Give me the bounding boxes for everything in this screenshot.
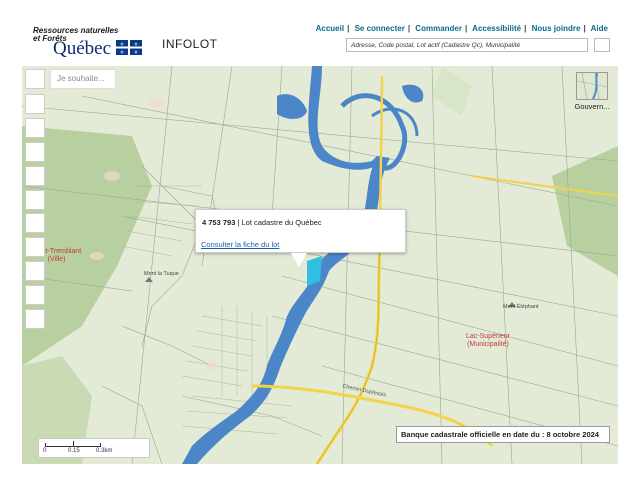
map-tool-button-7[interactable]	[25, 213, 45, 233]
nav-nous-joindre-link[interactable]: Nous joindre	[532, 24, 581, 33]
nav-separator: |	[583, 24, 586, 33]
place-label-lac-superieur-sub: (Municipalité)	[467, 341, 509, 348]
app-title: INFOLOT	[162, 37, 218, 51]
map-tool-button-2[interactable]	[25, 94, 45, 114]
nav-accessibilite-link[interactable]: Accessibilité	[472, 24, 521, 33]
scale-bar-graphic	[45, 441, 101, 447]
map-tool-button-9[interactable]	[25, 261, 45, 281]
nav-aide-link[interactable]: Aide	[591, 24, 608, 33]
top-navigation: Accueil | Se connecter | Commander | Access…	[316, 24, 608, 33]
poi-label-mont-la-tuque: Mont la Tuque	[144, 271, 179, 277]
place-label-lac-superieur: Lac-Supérieur (Municipalité)	[466, 333, 510, 349]
map-tool-button-8[interactable]	[25, 237, 45, 257]
basemap-label: Gouvern...	[574, 102, 610, 111]
wish-dropdown[interactable]: Je souhaite...	[50, 69, 116, 89]
cadastral-bank-notice: Banque cadastrale officielle en date du …	[396, 426, 610, 443]
map-tool-button-1[interactable]	[25, 69, 45, 89]
popup-title: 4 753 793 | Lot cadastre du Québec	[202, 218, 322, 227]
nav-separator: |	[464, 24, 468, 33]
map-canvas[interactable]: Mont-Tremblant (Ville) Lac-Supérieur (Mu…	[22, 66, 618, 464]
popup-pointer	[291, 253, 307, 267]
nav-separator: |	[524, 24, 527, 33]
nav-separator: |	[347, 24, 350, 33]
nav-se-connecter-link[interactable]: Se connecter	[355, 24, 405, 33]
search-button[interactable]	[594, 38, 610, 52]
map-basemap	[22, 66, 618, 464]
svg-text:⚜: ⚜	[134, 50, 138, 55]
popup-lot-number: 4 753 793	[202, 218, 236, 227]
scale-label-1: 0.15	[68, 448, 80, 454]
scale-bar-mid-tick	[73, 441, 74, 447]
map-tool-button-6[interactable]	[25, 190, 45, 210]
logo-quebec-wordmark: Québec	[53, 38, 112, 59]
map-tool-button-10[interactable]	[25, 285, 45, 305]
popup-lot-type: | Lot cadastre du Québec	[235, 218, 322, 227]
map-tool-button-4[interactable]	[25, 142, 45, 162]
quebec-logo[interactable]: Ressources naturelles et Forêts Québec ⚜…	[33, 26, 143, 60]
map-tool-button-3[interactable]	[25, 118, 45, 138]
header: Ressources naturelles et Forêts Québec ⚜…	[0, 0, 640, 66]
place-label-lac-superieur-name: Lac-Supérieur	[466, 333, 510, 340]
nav-separator: |	[407, 24, 411, 33]
popup-lot-sheet-link[interactable]: Consulter la fiche du lot	[201, 240, 279, 249]
poi-label-mont-elephant: Mont Éléphant	[503, 304, 539, 310]
map-tool-button-11[interactable]	[25, 309, 45, 329]
nav-commander-link[interactable]: Commander	[415, 24, 462, 33]
lot-popup: 4 753 793 | Lot cadastre du Québec Consu…	[195, 209, 406, 267]
scale-label-2: 0.3km	[96, 448, 113, 454]
scale-label-0: 0	[43, 448, 47, 454]
svg-text:⚜: ⚜	[134, 42, 138, 48]
basemap-switcher[interactable]: Gouvern...	[572, 72, 612, 116]
svg-text:⚜: ⚜	[120, 42, 124, 48]
scale-bar: 0 0.15 0.3km	[38, 438, 150, 458]
basemap-thumbnail	[576, 72, 608, 100]
fleur-de-lis-flag-icon: ⚜ ⚜ ⚜ ⚜	[116, 40, 142, 55]
search-input[interactable]: Adresse, Code postal, Lot actif (Cadastr…	[346, 38, 588, 52]
map-tool-button-5[interactable]	[25, 166, 45, 186]
svg-text:⚜: ⚜	[120, 50, 124, 55]
nav-accueil-link[interactable]: Accueil	[316, 24, 344, 33]
